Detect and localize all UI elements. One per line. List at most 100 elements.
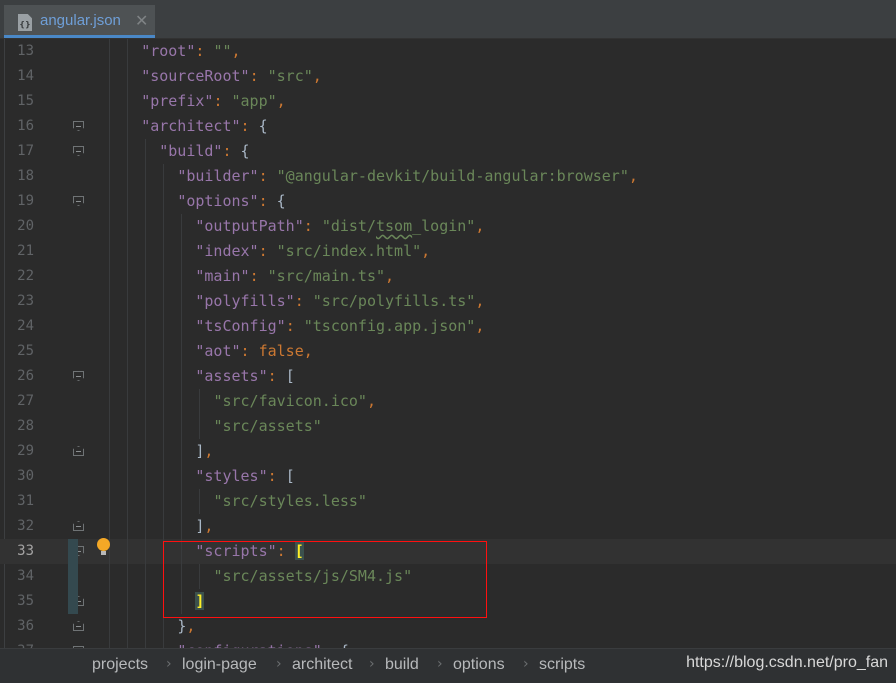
punctuation: ,	[475, 217, 485, 235]
json-string: "src/favicon.ico"	[213, 392, 367, 410]
chevron-right-icon: ›	[369, 656, 375, 672]
json-key: "build"	[159, 142, 223, 160]
json-key: "outputPath"	[195, 217, 304, 235]
code-line[interactable]: 20 "outputPath": "dist/tsom_login",	[0, 214, 896, 239]
code-line[interactable]: 28 "src/assets"	[0, 414, 896, 439]
active-tab-underline	[4, 35, 155, 38]
line-number: 13	[17, 43, 34, 59]
code-line[interactable]: 22 "main": "src/main.ts",	[0, 264, 896, 289]
punctuation: :	[240, 117, 259, 135]
punctuation: :	[249, 267, 268, 285]
fold-collapse-icon[interactable]	[73, 196, 84, 206]
punctuation: :	[303, 217, 322, 235]
line-number: 34	[17, 568, 34, 584]
json-string: "src"	[267, 67, 313, 85]
vcs-change-marker[interactable]	[68, 539, 78, 614]
code-line[interactable]: 23 "polyfills": "src/polyfills.ts",	[0, 289, 896, 314]
tab-angular-json[interactable]: {} angular.json ✕	[4, 5, 155, 38]
code-line[interactable]: 16 "architect": {	[0, 114, 896, 139]
lightbulb-icon[interactable]	[97, 538, 110, 555]
line-number: 18	[17, 168, 34, 184]
code-line[interactable]: 21 "index": "src/index.html",	[0, 239, 896, 264]
punctuation: ,	[276, 92, 286, 110]
code-line[interactable]: 19 "options": {	[0, 189, 896, 214]
code-line[interactable]: 30 "styles": [	[0, 464, 896, 489]
code-line[interactable]: 26 "assets": [	[0, 364, 896, 389]
code-text: "main": "src/main.ts",	[87, 264, 394, 289]
code-line[interactable]: 18 "builder": "@angular-devkit/build-ang…	[0, 164, 896, 189]
line-number: 28	[17, 418, 34, 434]
code-text: "src/styles.less"	[87, 489, 367, 514]
punctuation: ,	[366, 392, 376, 410]
json-string: "src/index.html"	[276, 242, 422, 260]
punctuation: :	[258, 242, 277, 260]
punctuation: ,	[421, 242, 431, 260]
bracket: {	[240, 142, 250, 160]
watermark: https://blog.csdn.net/pro_fan	[686, 654, 888, 671]
code-line[interactable]: 24 "tsConfig": "tsconfig.app.json",	[0, 314, 896, 339]
code-editor[interactable]: 13 "root": "", 14 "sourceRoot": "src", 15 …	[0, 39, 896, 648]
code-text: "outputPath": "dist/tsom_login",	[87, 214, 484, 239]
code-text: "aot": false,	[87, 339, 312, 364]
code-line[interactable]: 31 "src/styles.less"	[0, 489, 896, 514]
json-key: "tsConfig"	[195, 317, 286, 335]
json-key: "options"	[177, 192, 259, 210]
keyword: false	[258, 342, 304, 360]
line-number: 16	[17, 118, 34, 134]
punctuation: ,	[312, 67, 322, 85]
code-line[interactable]: 29 ],	[0, 439, 896, 464]
punctuation: ,	[204, 517, 214, 535]
breadcrumb-item[interactable]: build	[385, 656, 419, 674]
breadcrumb-item[interactable]: login-page	[182, 656, 257, 674]
json-string: "app"	[231, 92, 277, 110]
json-key: "assets"	[195, 367, 268, 385]
line-number: 27	[17, 393, 34, 409]
json-string: tsom	[376, 217, 413, 235]
json-string: _login"	[412, 217, 476, 235]
line-number: 14	[17, 68, 34, 84]
line-number: 35	[17, 593, 34, 609]
breadcrumb-item[interactable]: options	[453, 656, 505, 674]
punctuation: :	[213, 92, 232, 110]
code-line[interactable]: 14 "sourceRoot": "src",	[0, 64, 896, 89]
fold-collapse-icon[interactable]	[73, 121, 84, 131]
json-key: "root"	[141, 42, 196, 60]
code-line[interactable]: 15 "prefix": "app",	[0, 89, 896, 114]
code-line[interactable]: 25 "aot": false,	[0, 339, 896, 364]
json-string: "dist/	[321, 217, 376, 235]
highlight-annotation-box	[163, 541, 487, 618]
punctuation: :	[195, 42, 214, 60]
code-text: "sourceRoot": "src",	[87, 64, 322, 89]
fold-collapse-icon[interactable]	[73, 371, 84, 381]
close-icon[interactable]: ✕	[135, 11, 148, 30]
code-text: "prefix": "app",	[87, 89, 286, 114]
line-number: 21	[17, 243, 34, 259]
code-line[interactable]: 32 ],	[0, 514, 896, 539]
tab-bar: {} angular.json ✕	[0, 0, 896, 39]
bracket: [	[285, 467, 295, 485]
line-number: 24	[17, 318, 34, 334]
chevron-right-icon: ›	[166, 656, 172, 672]
punctuation: ,	[475, 292, 485, 310]
json-string: "src/styles.less"	[213, 492, 367, 510]
fold-end-icon[interactable]	[73, 621, 84, 631]
code-line[interactable]: 13 "root": "",	[0, 39, 896, 64]
line-number: 19	[17, 193, 34, 209]
line-number: 23	[17, 293, 34, 309]
line-number: 15	[17, 93, 34, 109]
json-key: "builder"	[177, 167, 259, 185]
json-key: "main"	[195, 267, 250, 285]
breadcrumb-item[interactable]: projects	[92, 656, 148, 674]
punctuation: ,	[231, 42, 241, 60]
breadcrumb-item[interactable]: architect	[292, 656, 352, 674]
bracket: }	[177, 617, 187, 635]
punctuation: :	[258, 167, 277, 185]
code-line[interactable]: 37 "configurations": {	[0, 639, 896, 648]
code-line[interactable]: 27 "src/favicon.ico",	[0, 389, 896, 414]
breadcrumb-item[interactable]: scripts	[539, 656, 585, 674]
punctuation: ,	[475, 317, 485, 335]
fold-end-icon[interactable]	[73, 446, 84, 456]
fold-end-icon[interactable]	[73, 521, 84, 531]
code-line[interactable]: 17 "build": {	[0, 139, 896, 164]
fold-collapse-icon[interactable]	[73, 146, 84, 156]
